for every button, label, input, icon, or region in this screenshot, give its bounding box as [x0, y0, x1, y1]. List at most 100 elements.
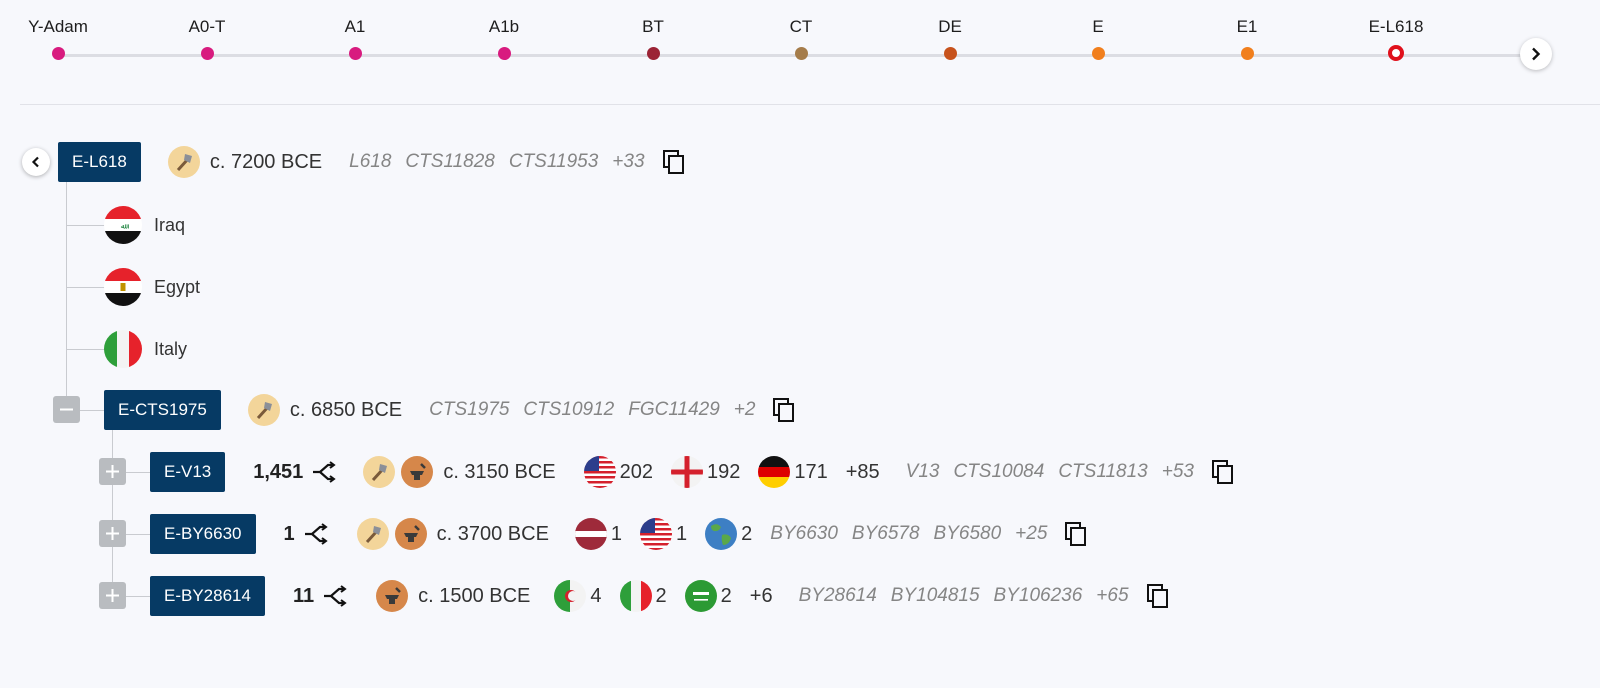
algeria-flag [554, 580, 587, 612]
lineage-node-de[interactable]: DE [890, 14, 1010, 60]
plus-icon [106, 465, 119, 478]
lineage-dot [497, 47, 511, 60]
lineage-node-label: E-L618 [1368, 17, 1424, 36]
country-count: 192 [706, 460, 741, 483]
snp-list: L618 CTS11828 CTS11953 +33 [349, 151, 658, 173]
country-count: 1 [676, 522, 688, 545]
snp-more: +2 [733, 399, 756, 420]
collapse-button[interactable] [53, 396, 80, 423]
lineage-dot [51, 47, 65, 60]
branch-icon [304, 523, 328, 545]
snp-label: CTS11953 [508, 151, 599, 172]
age-estimate: c. 1500 BCE [418, 584, 531, 607]
plus-icon [106, 527, 119, 540]
globe-icon [705, 518, 738, 550]
lineage-dot [646, 47, 660, 60]
egypt-flag [104, 268, 142, 306]
minus-icon [60, 408, 73, 411]
copy-icon[interactable] [1063, 521, 1089, 547]
child-haplogroup-row: E-CTS1975 c. 6850 BCE CTS1975 CTS10912 FGC… [104, 390, 797, 430]
bronze-age-icon [394, 518, 427, 550]
snp-more: +33 [612, 151, 645, 172]
stone-age-icon [247, 394, 280, 426]
copy-icon[interactable] [661, 149, 687, 175]
italy-flag [619, 580, 652, 612]
lineage-node-y-adam[interactable]: Y-Adam [0, 14, 118, 60]
copy-icon[interactable] [1210, 459, 1236, 485]
stone-age-icon [356, 518, 389, 550]
country-count: 171 [794, 460, 828, 483]
lineage-dot [943, 47, 957, 60]
descendant-count: 1,451 [253, 460, 304, 483]
lineage-node-label: A1 [344, 17, 366, 36]
stone-age-icon [363, 456, 396, 488]
snp-label: CTS11828 [405, 151, 495, 172]
country-row-italy: Italy [104, 329, 187, 369]
lineage-node-label: Y-Adam [28, 17, 88, 36]
snp-label: BY6580 [933, 523, 1002, 544]
branch-icon [313, 461, 336, 483]
italy-flag [104, 330, 142, 368]
country-row-egypt: Egypt [104, 267, 200, 307]
country-name: Iraq [154, 214, 186, 235]
expand-button[interactable] [99, 458, 126, 485]
next-lineage-button[interactable] [1520, 38, 1552, 70]
snp-label: BY106236 [993, 585, 1083, 606]
subclade-row-e-by6630: E-BY6630 1 c. 3700 BCE 1 1 2 BY6630 BY657… [150, 514, 1089, 554]
lineage-node-label: CT [789, 17, 813, 36]
section-divider [20, 104, 1600, 105]
snp-label: FGC11429 [628, 399, 720, 420]
haplogroup-button-e-by6630[interactable]: E-BY6630 [150, 514, 256, 554]
expand-button[interactable] [99, 582, 126, 609]
copy-icon[interactable] [1145, 583, 1171, 609]
age-estimate: c. 3150 BCE [443, 460, 556, 483]
iraq-flag: ﷲ [104, 206, 142, 244]
back-button[interactable] [22, 148, 50, 176]
lineage-dot [1091, 47, 1105, 60]
lineage-node-e-l618[interactable]: E-L618 [1336, 14, 1456, 61]
snp-label: CTS1975 [429, 399, 510, 420]
lineage-node-label: BT [642, 17, 664, 36]
haplogroup-button-e-by28614[interactable]: E-BY28614 [150, 576, 265, 616]
country-count: 202 [619, 460, 653, 483]
haplogroup-button-root[interactable]: E-L618 [58, 142, 141, 182]
haplogroup-button-e-cts1975[interactable]: E-CTS1975 [104, 390, 221, 430]
tree-line [66, 287, 106, 288]
age-estimate: c. 7200 BCE [209, 150, 323, 173]
lineage-dot [794, 47, 808, 60]
country-count: 4 [590, 584, 602, 607]
more-countries: +85 [845, 460, 880, 483]
england-flag [670, 456, 703, 488]
lineage-node-e1[interactable]: E1 [1187, 14, 1307, 60]
snp-label: CTS10912 [523, 399, 615, 420]
tree-line [66, 182, 67, 410]
tree-line [66, 349, 106, 350]
country-count: 2 [741, 522, 753, 545]
lineage-node-e[interactable]: E [1038, 14, 1158, 60]
lineage-dot [1240, 47, 1254, 60]
copy-icon[interactable] [771, 397, 797, 423]
lineage-node-label: A0-T [188, 17, 226, 36]
snp-label: L618 [349, 151, 392, 172]
lineage-node-ct[interactable]: CT [741, 14, 861, 60]
lineage-node-a0-t[interactable]: A0-T [147, 14, 267, 60]
more-countries: +6 [749, 584, 773, 607]
snp-list: CTS1975 CTS10912 FGC11429 +2 [429, 399, 769, 421]
snp-label: BY104815 [890, 585, 980, 606]
haplogroup-button-e-v13[interactable]: E-V13 [150, 452, 226, 492]
snp-label: BY6578 [851, 523, 920, 544]
country-count: 1 [610, 522, 623, 545]
age-estimate: c. 3700 BCE [436, 522, 549, 545]
snp-label: V13 [905, 461, 940, 482]
lineage-node-bt[interactable]: BT [593, 14, 713, 60]
lineage-dot-current [1388, 45, 1404, 61]
lineage-node-label: E1 [1236, 17, 1258, 36]
lineage-node-a1[interactable]: A1 [295, 14, 415, 60]
subclade-row-e-v13: E-V13 1,451 c. 3150 BCE 202 192 171 +85 … [150, 452, 1236, 492]
subclade-row-e-by28614: E-BY28614 11 c. 1500 BCE 4 2 2 +6 BY2861… [150, 576, 1171, 616]
usa-flag [583, 456, 616, 488]
expand-button[interactable] [99, 520, 126, 547]
lineage-track: Y-Adam A0-T A1 A1b BT CT DE E E1 E-L618 [0, 0, 1600, 105]
snp-more: +25 [1015, 523, 1048, 544]
lineage-node-a1b[interactable]: A1b [444, 14, 564, 60]
